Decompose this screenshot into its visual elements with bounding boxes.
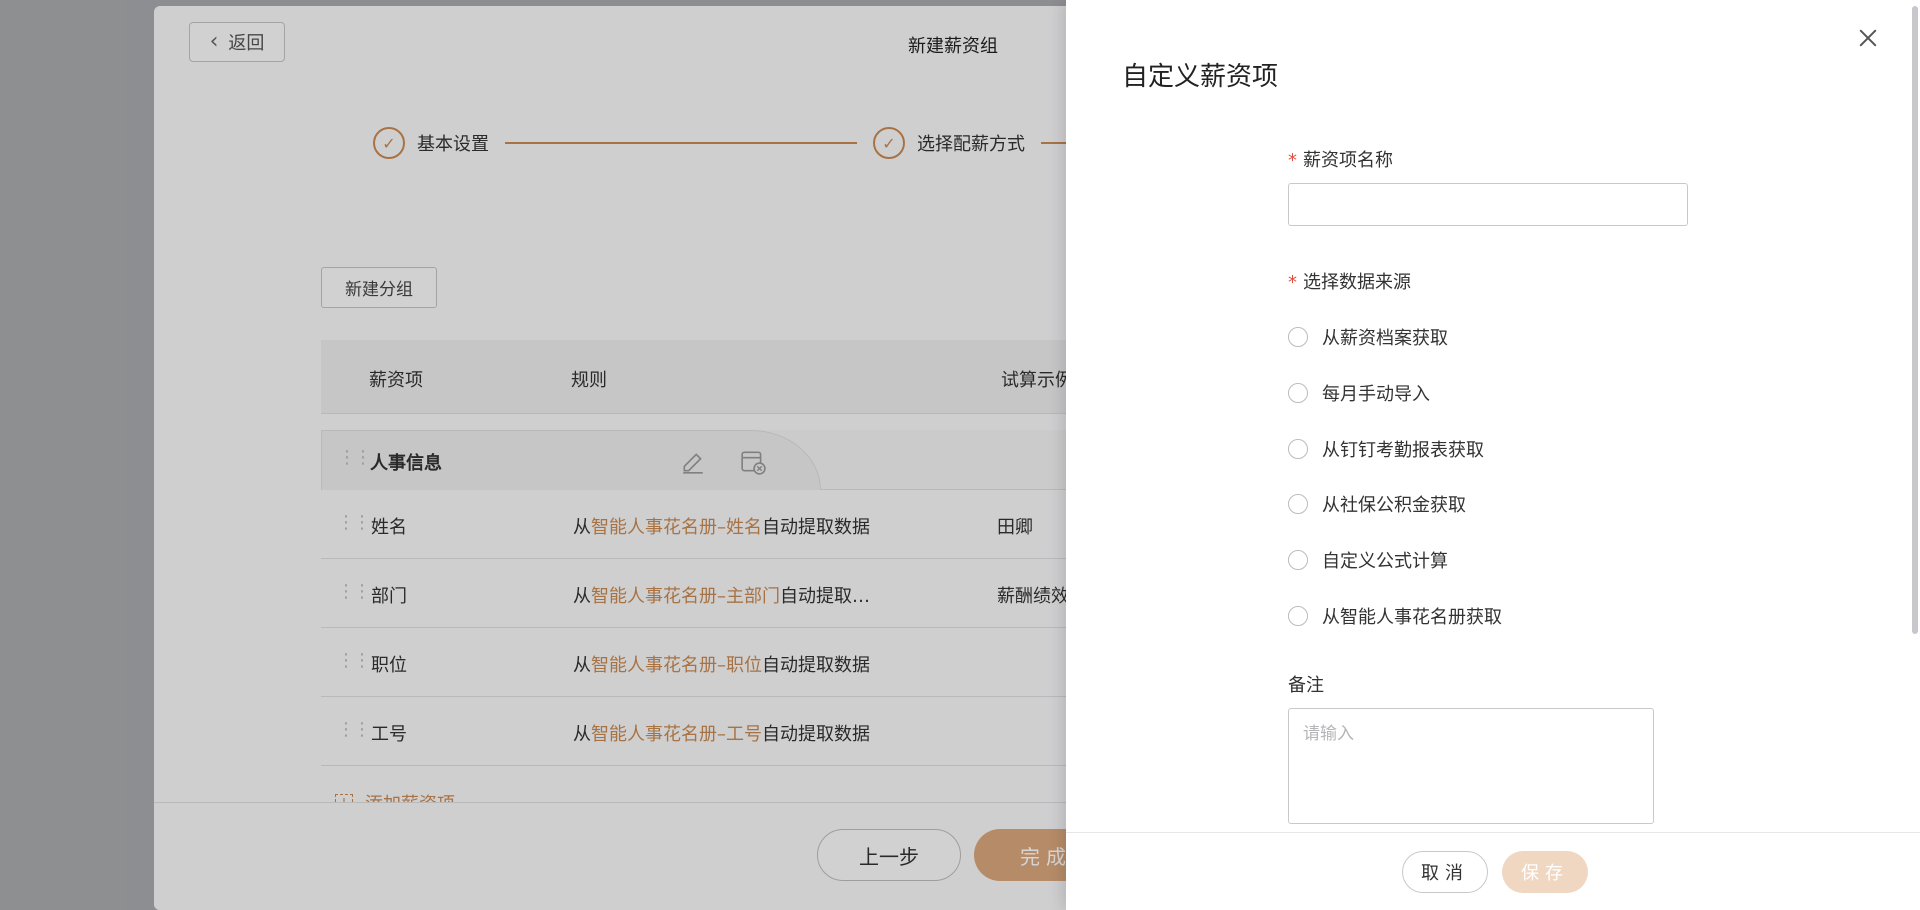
radio-circle[interactable] bbox=[1288, 494, 1308, 514]
custom-salary-item-drawer: 自定义薪资项 * 薪资项名称 * 选择数据来源 从薪资档案获取 每月手动导入 从钉钉… bbox=[1066, 0, 1920, 910]
cancel-button[interactable]: 取消 bbox=[1402, 851, 1488, 893]
save-button[interactable]: 保存 bbox=[1502, 851, 1588, 893]
option-label: 从智能人事花名册获取 bbox=[1322, 607, 1502, 628]
option-label: 每月手动导入 bbox=[1322, 384, 1430, 405]
radio-circle[interactable] bbox=[1288, 383, 1308, 403]
option-label: 从钉钉考勤报表获取 bbox=[1322, 440, 1484, 461]
radio-circle[interactable] bbox=[1288, 550, 1308, 570]
required-mark: * bbox=[1288, 150, 1297, 171]
scrollbar-thumb[interactable] bbox=[1912, 6, 1918, 634]
source-option-attendance[interactable]: 从钉钉考勤报表获取 bbox=[1288, 436, 1484, 462]
radio-circle[interactable] bbox=[1288, 327, 1308, 347]
radio-circle[interactable] bbox=[1288, 606, 1308, 626]
salary-item-name-input[interactable] bbox=[1288, 183, 1688, 226]
name-label: * 薪资项名称 bbox=[1288, 150, 1393, 171]
source-option-roster[interactable]: 从智能人事花名册获取 bbox=[1288, 603, 1502, 629]
close-icon[interactable] bbox=[1856, 26, 1880, 50]
source-label: * 选择数据来源 bbox=[1288, 272, 1411, 293]
drawer-title: 自定义薪资项 bbox=[1122, 62, 1279, 92]
radio-circle[interactable] bbox=[1288, 439, 1308, 459]
source-option-salary-file[interactable]: 从薪资档案获取 bbox=[1288, 324, 1448, 350]
option-label: 从社保公积金获取 bbox=[1322, 495, 1466, 516]
drawer-scrollbar[interactable] bbox=[1910, 0, 1920, 636]
remark-label: 备注 bbox=[1288, 675, 1324, 696]
option-label: 自定义公式计算 bbox=[1322, 551, 1448, 572]
source-option-social-security[interactable]: 从社保公积金获取 bbox=[1288, 491, 1466, 517]
option-label: 从薪资档案获取 bbox=[1322, 328, 1448, 349]
remark-textarea[interactable] bbox=[1288, 708, 1654, 824]
source-option-formula[interactable]: 自定义公式计算 bbox=[1288, 547, 1448, 573]
required-mark: * bbox=[1288, 272, 1297, 293]
drawer-footer: 取消 保存 bbox=[1066, 832, 1920, 910]
source-option-manual-import[interactable]: 每月手动导入 bbox=[1288, 380, 1430, 406]
